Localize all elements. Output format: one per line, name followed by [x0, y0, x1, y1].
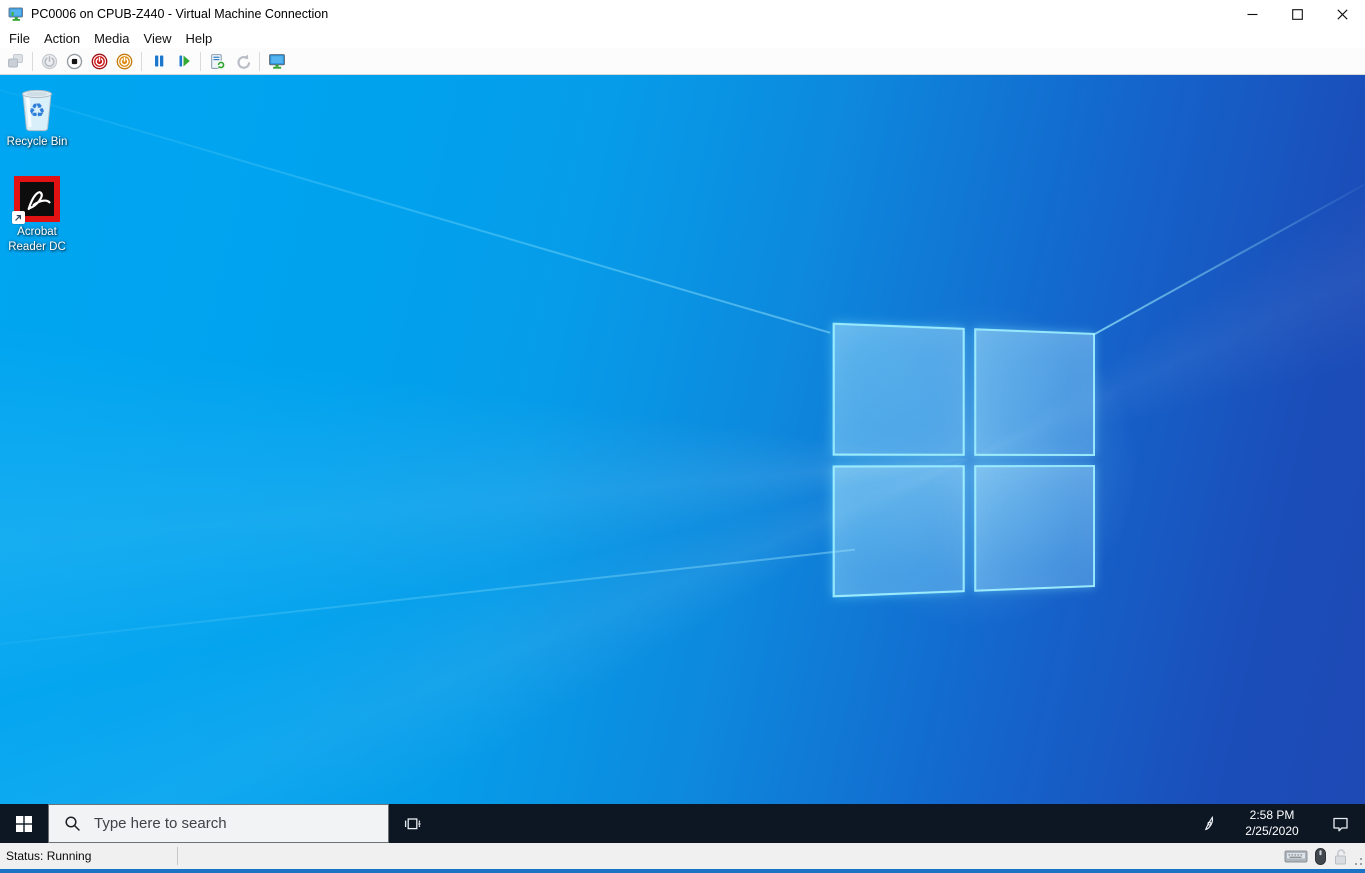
mouse-icon [1315, 848, 1326, 865]
pause-icon [151, 53, 167, 69]
maximize-button[interactable] [1275, 0, 1320, 28]
windows-logo-pane [833, 323, 965, 456]
windows-logo-pane [833, 465, 965, 598]
unlocked-padlock-icon [1333, 848, 1349, 865]
enhanced-session-icon [268, 53, 286, 70]
desktop-icon-recycle-bin[interactable]: ♻ Recycle Bin [0, 84, 74, 150]
shut-down-icon [91, 53, 108, 70]
menu-action[interactable]: Action [37, 30, 87, 47]
checkpoint-button[interactable] [205, 49, 230, 73]
windows-logo-pane [974, 465, 1095, 592]
statusbar-divider [177, 847, 178, 865]
pause-vm-button[interactable] [146, 49, 171, 73]
task-view-icon [403, 816, 422, 832]
menu-help[interactable]: Help [178, 30, 219, 47]
task-view-button[interactable] [389, 804, 435, 843]
minimize-icon [1247, 9, 1258, 20]
toolbar-separator [141, 52, 142, 71]
acrobat-reader-icon [14, 176, 60, 222]
maximize-icon [1292, 9, 1303, 20]
menu-file[interactable]: File [2, 30, 37, 47]
vm-connection-window: PC0006 on CPUB-Z440 - Virtual Machine Co… [0, 0, 1365, 873]
recycle-bin-icon: ♻ [14, 84, 60, 132]
desktop-icon-label: Recycle Bin [7, 135, 68, 150]
close-icon [1337, 9, 1348, 20]
windows-ink-pen-icon [1200, 815, 1217, 832]
close-button[interactable] [1320, 0, 1365, 28]
clock-time: 2:58 PM [1232, 808, 1312, 824]
hyperv-vmconnect-icon [8, 6, 25, 22]
vm-toolbar [0, 48, 1365, 75]
revert-icon [234, 53, 251, 70]
search-icon [64, 815, 81, 832]
desktop-icon-label: Acrobat Reader DC [4, 225, 70, 254]
taskbar-search[interactable] [48, 804, 389, 843]
search-input[interactable] [94, 815, 388, 832]
taskbar: 2:58 PM 2/25/2020 [0, 804, 1365, 843]
keyboard-icon [1284, 848, 1308, 864]
title-bar: PC0006 on CPUB-Z440 - Virtual Machine Co… [0, 0, 1365, 28]
desktop-icon-acrobat-reader[interactable]: Acrobat Reader DC [0, 176, 74, 254]
windows-start-icon [16, 816, 32, 832]
window-bottom-border [0, 869, 1365, 873]
ctrl-alt-delete-icon [7, 53, 24, 69]
turn-off-vm-button[interactable] [62, 49, 87, 73]
vm-desktop[interactable]: ♻ Recycle Bin Acrobat Reader DC [0, 75, 1365, 843]
turn-off-icon [66, 53, 83, 70]
windows-ink-button[interactable] [1187, 804, 1229, 843]
svg-text:♻: ♻ [28, 100, 45, 122]
menu-bar: File Action Media View Help [0, 28, 1365, 48]
action-center-button[interactable] [1315, 804, 1365, 843]
checkpoint-icon [209, 53, 226, 70]
revert-button [230, 49, 255, 73]
reset-icon [176, 53, 192, 69]
clock-date: 2/25/2020 [1232, 824, 1312, 840]
toolbar-separator [200, 52, 201, 71]
ctrl-alt-delete-button [3, 49, 28, 73]
window-title: PC0006 on CPUB-Z440 - Virtual Machine Co… [31, 7, 328, 21]
enhanced-session-button[interactable] [264, 49, 289, 73]
status-bar: Status: Running [0, 843, 1365, 869]
windows-logo [833, 323, 1095, 598]
resize-grip[interactable] [1354, 858, 1363, 867]
shortcut-arrow-icon [12, 211, 25, 224]
taskbar-clock[interactable]: 2:58 PM 2/25/2020 [1229, 808, 1315, 839]
menu-media[interactable]: Media [87, 30, 136, 47]
action-center-icon [1331, 815, 1350, 833]
vm-status-text: Status: Running [0, 849, 91, 863]
system-tray: 2:58 PM 2/25/2020 [1187, 804, 1365, 843]
minimize-button[interactable] [1230, 0, 1275, 28]
windows-logo-pane [974, 328, 1095, 455]
wallpaper-light-rays [0, 75, 1365, 843]
start-icon [41, 53, 58, 70]
start-button[interactable] [0, 804, 48, 843]
reset-vm-button[interactable] [171, 49, 196, 73]
menu-view[interactable]: View [137, 30, 179, 47]
shut-down-vm-button[interactable] [87, 49, 112, 73]
save-state-icon [116, 53, 133, 70]
toolbar-separator [259, 52, 260, 71]
toolbar-separator [32, 52, 33, 71]
save-vm-button[interactable] [112, 49, 137, 73]
start-vm-button [37, 49, 62, 73]
